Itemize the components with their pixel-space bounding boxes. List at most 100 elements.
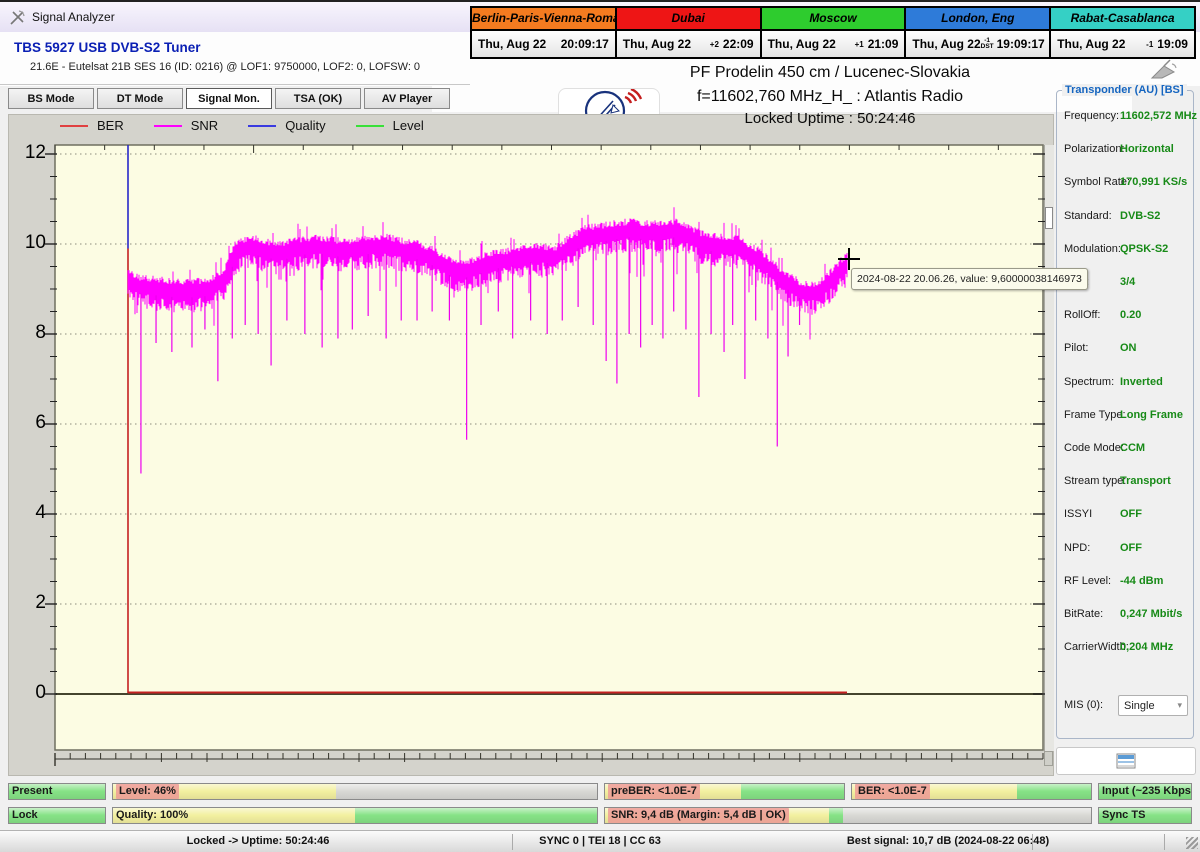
mode-tab-signal-mon-[interactable]: Signal Mon. (186, 88, 272, 109)
statusbar-sync: SYNC 0 | TEI 18 | CC 63 (539, 835, 661, 847)
transponder-label-9: Frame Type: (1064, 409, 1126, 421)
app-icon (10, 10, 25, 25)
bar-label: Quality: 100% (116, 809, 189, 821)
legend-label: SNR (190, 118, 219, 133)
clock-time: Thu, Aug 22 -1 19:09 (1051, 31, 1194, 57)
mode-tab-bs-mode[interactable]: BS Mode (8, 88, 94, 109)
chart-legend: BER SNR Quality Level (60, 118, 424, 133)
legend-item-snr: SNR (153, 118, 219, 133)
mode-tab-dt-mode[interactable]: DT Mode (97, 88, 183, 109)
transponder-label-10: Code Mode: (1064, 442, 1124, 454)
transponder-value-9: Long Frame (1120, 409, 1183, 421)
legend-item-ber: BER (60, 118, 124, 133)
mode-tab-tsa-ok-[interactable]: TSA (OK) (275, 88, 361, 109)
clock-1: Dubai Thu, Aug 22 +2 22:09 (614, 8, 760, 57)
transponder-value-6: 0.20 (1120, 309, 1142, 321)
statusbar-best-signal: Best signal: 10,7 dB (2024-08-22 06:48) (846, 835, 1050, 847)
console-button[interactable] (1056, 747, 1196, 775)
crosshair-cursor (848, 248, 850, 270)
clock-time: Thu, Aug 22 -1 DST 19:09:17 (906, 31, 1050, 57)
bar-shine (113, 784, 597, 799)
transponder-label-14: RF Level: (1064, 575, 1112, 587)
window-title: Signal Analyzer (32, 10, 115, 24)
clock-time: Thu, Aug 22 +1 21:09 (761, 31, 905, 57)
clock-city: Berlin-Paris-Vienna-Roma (472, 8, 615, 31)
transponder-value-16: 0,204 MHz (1120, 641, 1174, 653)
legend-line (355, 124, 384, 127)
transponder-label-11: Stream type: (1064, 475, 1127, 487)
clock-value: 21:09 (867, 37, 899, 51)
statusbar-separator (1032, 834, 1033, 850)
transponder-value-8: Inverted (1120, 376, 1163, 388)
list-icon (1116, 753, 1136, 769)
mode-tab-av-player[interactable]: AV Player (364, 88, 450, 109)
clock-date: Thu, Aug 22 (478, 37, 547, 51)
legend-line (153, 124, 182, 127)
transponder-value-14: -44 dBm (1120, 575, 1164, 587)
clock-2: Moscow Thu, Aug 22 +1 21:09 (759, 8, 905, 57)
clock-date: Thu, Aug 22 (767, 37, 836, 51)
clock-city: London, Eng (906, 8, 1050, 31)
transponder-label-6: RollOff: (1064, 309, 1101, 321)
tuner-details: 21.6E - Eutelsat 21B SES 16 (ID: 0216) @… (30, 61, 421, 73)
bar-label: preBER: <1.0E-7 (608, 784, 700, 799)
mis-select[interactable]: Single ▾ (1118, 695, 1188, 716)
transponder-value-7: ON (1120, 342, 1137, 354)
signal-bar-preber: preBER: <1.0E-7 (604, 783, 845, 800)
clock-value: 20:09:17 (560, 37, 609, 51)
site-title: PF Prodelin 450 cm / Lucenec-Slovakia (689, 64, 971, 81)
signal-bar-ber: BER: <1.0E-7 (851, 783, 1092, 800)
satellite-mini-icon (1150, 59, 1177, 79)
transponder-value-12: OFF (1120, 508, 1142, 520)
locked-uptime-overlay: Locked Uptime : 50:24:46 (744, 110, 916, 127)
signal-history-chart[interactable] (40, 137, 1053, 769)
signal-bar-snr: SNR: 9,4 dB (Margin: 5,4 dB | OK) (604, 807, 1092, 824)
transponder-value-13: OFF (1120, 542, 1142, 554)
clock-3: London, Eng Thu, Aug 22 -1 DST 19:09:17 (904, 8, 1050, 57)
clock-0: Berlin-Paris-Vienna-Roma Thu, Aug 22 20:09… (472, 8, 615, 57)
clock-dst: -1 DST (980, 37, 994, 50)
clock-date: Thu, Aug 22 (912, 37, 981, 51)
header-divider (0, 84, 470, 85)
bar-label: Level: 46% (116, 784, 179, 799)
signal-bar-quality: Quality: 100% (112, 807, 598, 824)
frequency-title: f=11602,760 MHz_H_ : Atlantis Radio (696, 88, 964, 105)
clock-time: Thu, Aug 22 20:09:17 (472, 31, 615, 57)
statusbar-separator (1164, 834, 1165, 850)
transponder-value-5: 3/4 (1120, 276, 1136, 288)
transponder-label-13: NPD: (1064, 542, 1091, 554)
transponder-label-12: ISSYI (1064, 508, 1093, 520)
transponder-value-11: Transport (1120, 475, 1171, 487)
signal-analyzer-window: Signal Analyzer TBS 5927 USB DVB-S2 Tune… (0, 0, 1200, 852)
legend-item-quality: Quality (248, 118, 326, 133)
transponder-value-0: 11602,572 MHz (1120, 110, 1198, 122)
clock-city: Rabat-Casablanca (1051, 8, 1194, 31)
legend-line (60, 124, 88, 127)
signal-bar-level: Level: 46% (112, 783, 598, 800)
signal-bar-present: Present (8, 783, 106, 800)
clock-offset: -1 (1146, 39, 1154, 49)
chevron-down-icon: ▾ (1177, 700, 1182, 710)
transponder-value-10: CCM (1120, 442, 1146, 454)
legend-label: Quality (285, 118, 326, 133)
legend-line (248, 124, 277, 127)
legend-label: Level (392, 118, 424, 133)
clock-time: Thu, Aug 22 +2 22:09 (616, 31, 760, 57)
signal-bar-lock: Lock (8, 807, 106, 824)
clock-4: Rabat-Casablanca Thu, Aug 22 -1 19:09 (1049, 8, 1194, 57)
clock-city: Moscow (761, 8, 905, 31)
resize-grip[interactable] (1186, 837, 1198, 849)
transponder-value-3: DVB-S2 (1120, 210, 1161, 222)
transponder-label-8: Spectrum: (1064, 376, 1115, 388)
clock-offset: +2 (709, 39, 719, 49)
clock-value: 22:09 (722, 37, 754, 51)
bar-label: BER: <1.0E-7 (855, 784, 930, 799)
transponder-panel-title: Transponder (AU) [BS] (1062, 84, 1187, 96)
clock-city: Dubai (616, 8, 760, 31)
signal-bar-input: Input (~235 Kbps) (1098, 783, 1192, 800)
clock-offset: +1 (854, 39, 864, 49)
mis-selected-value: Single (1124, 699, 1155, 712)
chart-tooltip: 2024-08-22 20.06.26, value: 9,6000003814… (851, 268, 1088, 290)
legend-label: BER (97, 118, 124, 133)
legend-item-level: Level (355, 118, 424, 133)
